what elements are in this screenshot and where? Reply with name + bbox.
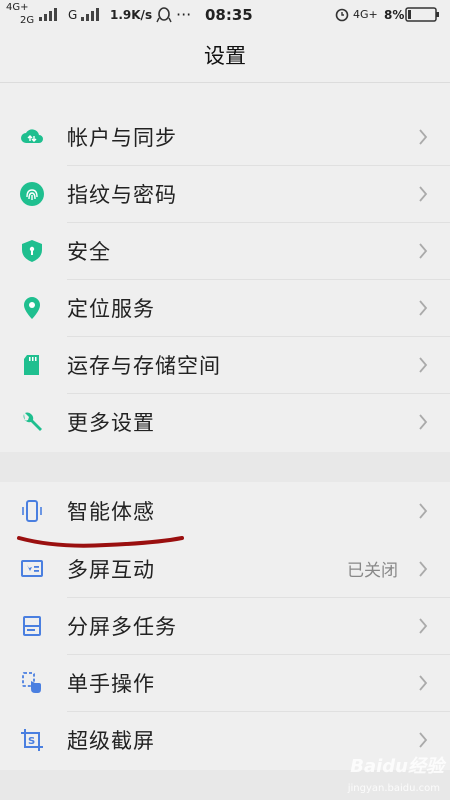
settings-item-memory-storage[interactable]: 运存与存储空间 [0,336,450,393]
chevron-right-icon [419,502,428,519]
signal-bars-icon [81,8,99,21]
chevron-right-icon [419,356,428,373]
split-screen-label: 分屏多任务 [67,614,177,639]
network-right-label: 4G+ [353,8,378,21]
clock-time: 08:35 [205,6,253,24]
chevron-right-icon [419,242,428,259]
wrench-icon [19,409,45,435]
battery-percent: 8% [384,8,405,22]
svg-text:S: S [28,736,35,747]
cloud-sync-icon [19,124,45,150]
memory-storage-label: 运存与存储空间 [67,353,221,378]
settings-item-split-screen[interactable]: 分屏多任务 [0,597,450,654]
battery-icon [405,7,439,22]
one-hand-icon [19,670,45,696]
more-settings-label: 更多设置 [67,410,155,435]
settings-item-security[interactable]: 安全 [0,222,450,279]
qq-icon [156,7,172,23]
settings-item-fingerprint-password[interactable]: 指纹与密码 [0,165,450,222]
settings-item-smart-motion[interactable]: 智能体感 [0,482,450,539]
carrier-g-label: G [68,8,78,22]
baidu-watermark-url: jingyan.baidu.com [347,783,440,794]
section-divider [0,452,450,482]
signal-bars-icon [39,8,57,21]
status-bar: 4G+ 2G G 1.9K/s ··· 08:35 4G+ 8% [0,0,450,30]
fingerprint-password-label: 指纹与密码 [67,182,177,207]
more-notifications: ··· [176,5,192,24]
chevron-right-icon [419,731,428,748]
split-screen-icon [19,613,45,639]
location-pin-icon [19,295,45,321]
one-hand-label: 单手操作 [67,671,155,696]
fingerprint-icon [19,181,45,207]
alarm-icon [335,8,349,22]
network-4g-label: 4G+ [6,2,29,13]
network-2g-label: 2G [20,15,35,26]
chevron-right-icon [419,413,428,430]
multi-screen-icon [19,556,45,582]
chevron-right-icon [419,299,428,316]
settings-item-location[interactable]: 定位服务 [0,279,450,336]
phone-motion-icon [19,498,45,524]
page-title: 设置 [0,30,450,83]
location-label: 定位服务 [67,296,155,321]
multi-screen-label: 多屏互动 [67,557,155,582]
shield-icon [19,238,45,264]
settings-item-multi-screen[interactable]: 多屏互动 已关闭 [0,540,450,597]
multi-screen-status: 已关闭 [347,561,398,581]
sd-card-icon [19,352,45,378]
settings-item-more-settings[interactable]: 更多设置 [0,393,450,450]
screenshot-icon: S [19,727,45,753]
chevron-right-icon [419,128,428,145]
chevron-right-icon [419,617,428,634]
settings-item-one-hand[interactable]: 单手操作 [0,654,450,711]
security-label: 安全 [67,239,111,264]
chevron-right-icon [419,674,428,691]
chevron-right-icon [419,560,428,577]
super-screenshot-label: 超级截屏 [67,728,155,753]
network-speed: 1.9K/s [110,8,153,22]
baidu-watermark: Baidu经验 [350,756,444,777]
smart-motion-label: 智能体感 [67,499,155,524]
accounts-sync-label: 帐户与同步 [67,125,177,150]
settings-item-accounts-sync[interactable]: 帐户与同步 [0,108,450,165]
chevron-right-icon [419,185,428,202]
